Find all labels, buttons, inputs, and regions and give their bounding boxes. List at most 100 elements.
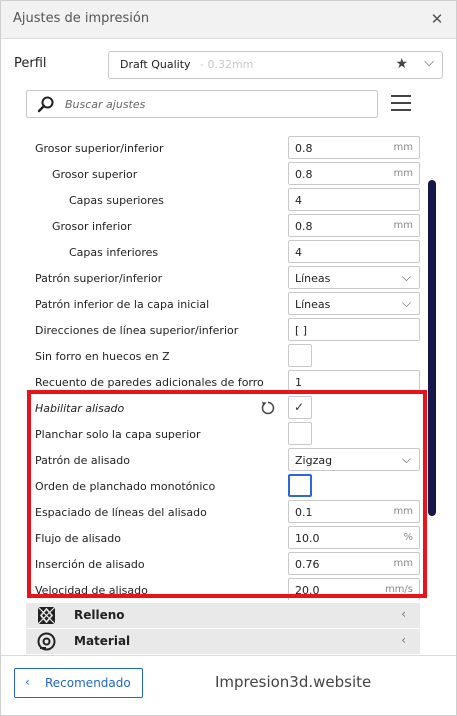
section-material[interactable]: Material ‹ bbox=[26, 629, 420, 654]
title-bar: Ajustes de impresión ✕ bbox=[1, 1, 456, 39]
setting-label: Grosor superior bbox=[52, 168, 138, 181]
bottom-thickness-input[interactable]: 0.8 mm bbox=[288, 214, 420, 237]
setting-row: Recuento de paredes adicionales de forro… bbox=[26, 370, 420, 396]
setting-label: Patrón de alisado bbox=[35, 454, 130, 467]
setting-label: Orden de planchado monotónico bbox=[35, 480, 216, 493]
search-icon bbox=[37, 96, 54, 113]
field-value: 0.8 bbox=[295, 220, 313, 233]
top-bottom-pattern-select[interactable]: Líneas ⌵ bbox=[288, 266, 420, 289]
enable-ironing-checkbox[interactable]: ✓ bbox=[288, 396, 312, 419]
setting-row: Planchar solo la capa superior bbox=[26, 422, 420, 448]
star-icon[interactable]: ★ bbox=[395, 56, 408, 72]
setting-label: Recuento de paredes adicionales de forro bbox=[35, 376, 264, 389]
profile-row: Perfil Draft Quality - 0.32mm ★ ⌵ bbox=[1, 47, 456, 81]
field-value: Líneas bbox=[295, 298, 331, 311]
ironing-inset-input[interactable]: 0.76 mm bbox=[288, 552, 420, 575]
ironing-flow-input[interactable]: 10.0 % bbox=[288, 526, 420, 549]
field-unit: mm bbox=[393, 142, 413, 153]
settings-menu-button[interactable] bbox=[391, 95, 413, 113]
setting-label: Patrón superior/inferior bbox=[35, 272, 163, 285]
setting-row: Direcciones de línea superior/inferior [… bbox=[26, 318, 420, 344]
field-value: 4 bbox=[295, 246, 302, 259]
field-unit: mm bbox=[393, 168, 413, 179]
top-layers-input[interactable]: 4 bbox=[288, 188, 420, 211]
setting-row: Inserción de alisado 0.76 mm bbox=[26, 552, 420, 578]
settings-scrollbar[interactable] bbox=[428, 180, 436, 516]
checkmark-icon: ✓ bbox=[294, 400, 305, 414]
setting-label: Habilitar alisado bbox=[35, 402, 125, 415]
chevron-down-icon: ⌵ bbox=[401, 296, 411, 310]
line-directions-input[interactable]: [ ] bbox=[288, 318, 420, 341]
profile-name: Draft Quality bbox=[120, 58, 191, 71]
search-input[interactable] bbox=[65, 95, 365, 113]
setting-label: Grosor inferior bbox=[52, 220, 132, 233]
chevron-down-icon: ⌵ bbox=[401, 270, 411, 284]
initial-layer-bottom-pattern-select[interactable]: Líneas ⌵ bbox=[288, 292, 420, 315]
ironing-speed-input[interactable]: 20.0 mm/s bbox=[288, 578, 420, 600]
setting-row: Velocidad de alisado 20.0 mm/s bbox=[26, 578, 420, 600]
chevron-down-icon[interactable]: ⌵ bbox=[424, 55, 434, 70]
setting-row: Grosor superior 0.8 mm bbox=[26, 162, 420, 188]
search-row bbox=[1, 87, 456, 121]
setting-label: Flujo de alisado bbox=[35, 532, 121, 545]
chevron-left-icon: ‹ bbox=[25, 675, 30, 689]
setting-row: Grosor inferior 0.8 mm bbox=[26, 214, 420, 240]
bottom-layers-input[interactable]: 4 bbox=[288, 240, 420, 263]
setting-label: Patrón inferior de la capa inicial bbox=[35, 298, 210, 311]
field-unit: mm/s bbox=[384, 584, 413, 595]
setting-row: Capas inferiores 4 bbox=[26, 240, 420, 266]
extra-skin-wall-count-input[interactable]: 1 bbox=[288, 370, 420, 393]
field-value: 0.76 bbox=[295, 558, 320, 571]
watermark: Impresion3d.website bbox=[215, 673, 372, 691]
field-value: 0.1 bbox=[295, 506, 313, 519]
chevron-left-icon: ‹ bbox=[401, 607, 406, 621]
section-infill[interactable]: Relleno ‹ bbox=[26, 603, 420, 628]
field-value: Líneas bbox=[295, 272, 331, 285]
field-unit: mm bbox=[393, 506, 413, 517]
window-title: Ajustes de impresión bbox=[13, 11, 150, 26]
chevron-left-icon: ‹ bbox=[401, 633, 406, 647]
setting-label: Planchar solo la capa superior bbox=[35, 428, 201, 441]
no-skin-z-gaps-checkbox[interactable] bbox=[288, 344, 312, 367]
setting-row: Patrón de alisado Zigzag ⌵ bbox=[26, 448, 420, 474]
search-box[interactable] bbox=[26, 90, 378, 118]
footer: ‹ Recomendado Impresion3d.website bbox=[1, 655, 456, 715]
setting-row: Espaciado de líneas del alisado 0.1 mm bbox=[26, 500, 420, 526]
section-label: Material bbox=[74, 634, 131, 648]
top-bottom-thickness-input[interactable]: 0.8 mm bbox=[288, 136, 420, 159]
profile-label: Perfil bbox=[14, 56, 47, 71]
recommended-button[interactable]: ‹ Recomendado bbox=[14, 668, 143, 698]
settings-list[interactable]: Grosor superior/inferior 0.8 mm Grosor s… bbox=[26, 134, 420, 600]
setting-label: Sin forro en huecos en Z bbox=[35, 350, 170, 363]
ironing-pattern-select[interactable]: Zigzag ⌵ bbox=[288, 448, 420, 471]
section-label: Relleno bbox=[74, 608, 125, 622]
setting-row: Orden de planchado monotónico bbox=[26, 474, 420, 500]
setting-label: Capas inferiores bbox=[69, 246, 159, 259]
field-unit: % bbox=[403, 532, 413, 543]
field-value: 4 bbox=[295, 194, 302, 207]
setting-row: Sin forro en huecos en Z bbox=[26, 344, 420, 370]
field-value: 10.0 bbox=[295, 532, 320, 545]
material-spool-icon bbox=[37, 632, 56, 651]
setting-label: Espaciado de líneas del alisado bbox=[35, 506, 207, 519]
setting-row: Patrón inferior de la capa inicial Línea… bbox=[26, 292, 420, 318]
field-unit: mm bbox=[393, 558, 413, 569]
top-thickness-input[interactable]: 0.8 mm bbox=[288, 162, 420, 185]
reset-icon[interactable] bbox=[260, 400, 276, 416]
setting-label: Inserción de alisado bbox=[35, 558, 145, 571]
iron-only-top-layer-checkbox[interactable] bbox=[288, 422, 312, 445]
monotonic-ironing-order-checkbox[interactable] bbox=[288, 474, 312, 497]
infill-icon bbox=[37, 606, 56, 625]
field-value: 1 bbox=[295, 376, 302, 389]
setting-row: Patrón superior/inferior Líneas ⌵ bbox=[26, 266, 420, 292]
profile-layer-height: - 0.32mm bbox=[200, 58, 254, 71]
field-value: 0.8 bbox=[295, 142, 313, 155]
setting-label: Direcciones de línea superior/inferior bbox=[35, 324, 239, 337]
setting-row: Habilitar alisado ✓ bbox=[26, 396, 420, 422]
ironing-line-spacing-input[interactable]: 0.1 mm bbox=[288, 500, 420, 523]
close-icon[interactable]: ✕ bbox=[428, 10, 446, 28]
setting-row: Grosor superior/inferior 0.8 mm bbox=[26, 136, 420, 162]
recommended-label: Recomendado bbox=[45, 676, 131, 690]
field-value: [ ] bbox=[295, 324, 308, 337]
profile-select[interactable]: Draft Quality - 0.32mm ★ ⌵ bbox=[108, 51, 443, 79]
